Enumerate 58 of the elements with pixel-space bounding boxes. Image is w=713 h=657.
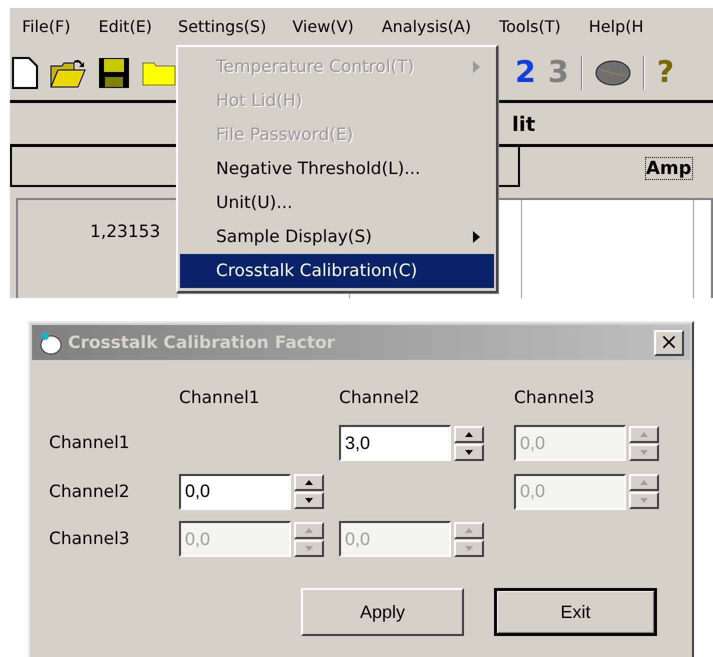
column-header: Channel1 — [179, 388, 261, 408]
spin-up-button[interactable] — [454, 522, 484, 538]
save-icon[interactable] — [98, 56, 130, 88]
menu-entry[interactable]: Negative Threshold(L)... — [180, 152, 494, 186]
spin-down-button[interactable] — [629, 492, 659, 509]
spin-up-button[interactable] — [629, 426, 659, 442]
up-arrow-icon — [305, 528, 313, 532]
panel-title: lit — [512, 112, 536, 136]
down-arrow-icon — [305, 546, 313, 550]
spin-down-button[interactable] — [294, 492, 324, 509]
down-arrow-icon — [305, 498, 313, 503]
help-label[interactable]: ? — [656, 55, 674, 90]
spin-down-button[interactable] — [294, 540, 324, 556]
spin-up-button[interactable] — [454, 426, 484, 442]
spin-up-button[interactable] — [629, 474, 659, 491]
spin-up-button[interactable] — [294, 474, 324, 491]
toolbar-label[interactable]: 2 — [515, 55, 536, 90]
table-cell: 1,23153 — [90, 222, 160, 242]
new-file-icon[interactable] — [12, 56, 38, 88]
column-header: Channel3 — [514, 388, 596, 408]
menu-entry[interactable]: Unit(U)... — [180, 186, 494, 220]
app-icon — [38, 330, 62, 354]
close-button[interactable]: × — [654, 330, 684, 356]
menu-item[interactable]: Help(H — [576, 11, 656, 42]
up-arrow-icon — [465, 528, 473, 532]
row-label: Channel1 — [49, 433, 131, 453]
dialog-title: Crosstalk Calibration Factor — [68, 332, 336, 352]
down-arrow-icon — [640, 450, 648, 454]
up-arrow-icon — [305, 480, 313, 485]
row-label: Channel3 — [49, 529, 131, 549]
dialog-button[interactable]: Apply — [301, 588, 464, 636]
folder-icon[interactable] — [142, 60, 176, 86]
up-arrow-icon — [465, 432, 473, 436]
up-arrow-icon — [640, 432, 648, 436]
menu-entry[interactable]: Crosstalk Calibration(C) — [180, 254, 494, 288]
up-arrow-icon — [640, 480, 648, 485]
menu-entry[interactable]: Sample Display(S) — [180, 220, 494, 254]
open-folder-icon[interactable] — [50, 58, 86, 88]
down-arrow-icon — [640, 498, 648, 503]
tab-label[interactable]: Amp — [645, 157, 693, 180]
row-label: Channel2 — [49, 482, 131, 502]
spin-down-button[interactable] — [454, 444, 484, 460]
menu-item[interactable]: Settings(S) — [168, 13, 276, 40]
menu-item[interactable]: Edit(E) — [86, 11, 164, 42]
spin-down-button[interactable] — [454, 540, 484, 556]
menu-item[interactable]: File(F) — [10, 11, 82, 42]
down-arrow-icon — [465, 546, 473, 550]
column-header: Channel2 — [339, 388, 421, 408]
dialog-button[interactable]: Exit — [494, 588, 657, 636]
spin-down-button[interactable] — [629, 444, 659, 460]
down-arrow-icon — [465, 450, 473, 454]
menu-item[interactable]: View(V) — [280, 11, 366, 42]
number-field[interactable]: 3,0 — [339, 425, 451, 461]
number-field[interactable]: 0,0 — [179, 474, 291, 510]
spin-up-button[interactable] — [294, 522, 324, 538]
disk-icon[interactable] — [594, 60, 631, 86]
menu-item[interactable]: Analysis(A) — [370, 11, 484, 42]
menu-item[interactable]: Tools(T) — [487, 11, 573, 42]
